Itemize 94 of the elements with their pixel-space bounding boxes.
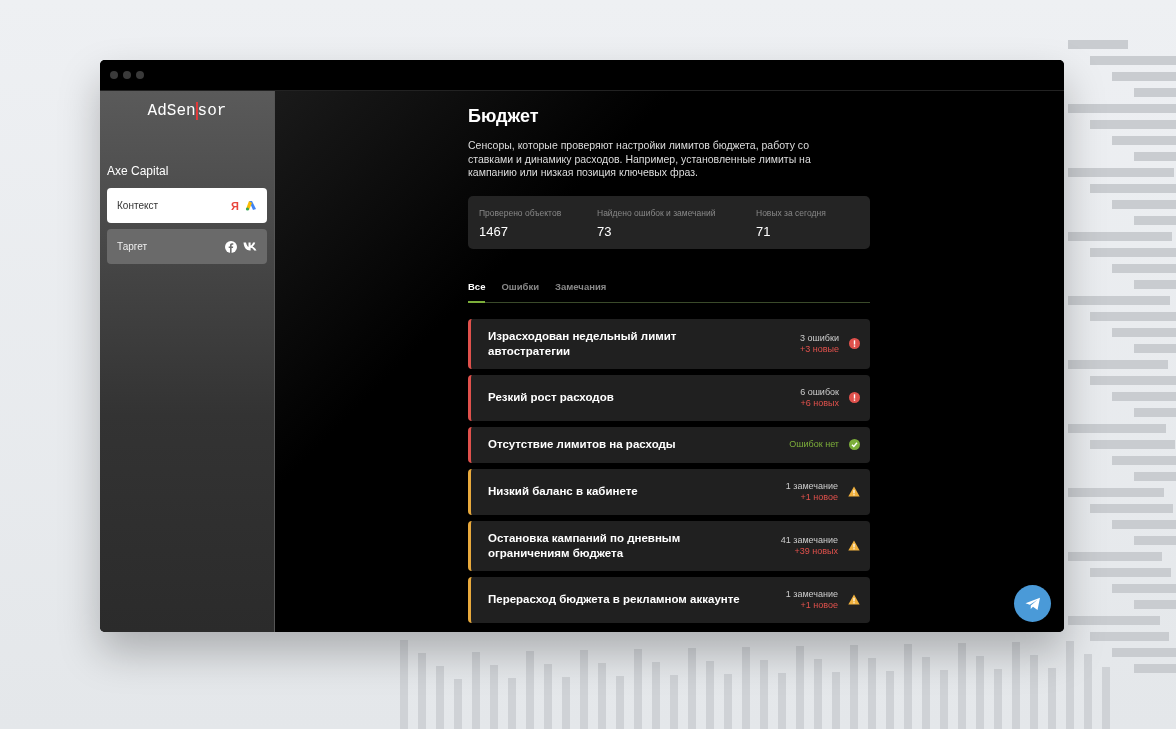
background-stripe	[1134, 344, 1176, 353]
filter-tab[interactable]: Замечания	[555, 280, 607, 303]
error-icon	[849, 392, 860, 403]
background-stripe	[562, 677, 570, 729]
background-stripe	[1134, 664, 1176, 673]
background-stripe	[1068, 40, 1128, 49]
background-stripe	[1134, 472, 1176, 481]
background-stripe	[670, 675, 678, 729]
sensor-card[interactable]: Перерасход бюджета в рекламном аккаунте 1 замечание +1 новое	[468, 576, 870, 623]
new-count: +39 новых	[794, 545, 838, 557]
telegram-button[interactable]	[1014, 585, 1051, 622]
background-stripe	[994, 669, 1002, 729]
background-stripe	[544, 664, 552, 729]
issue-count: 1 замечание	[785, 588, 838, 600]
background-stripe	[1134, 88, 1176, 97]
background-stripe	[1134, 536, 1176, 545]
background-stripe	[1134, 152, 1176, 161]
background-stripe	[1048, 668, 1056, 729]
description: Сенсоры, которые проверяют настройки лимитов бюджета, работу со ставками и динамику расходов. Например, установленные лимиты на кампанию или низкая позиция ключевых фраз.	[468, 139, 812, 180]
sensor-title: Перерасход бюджета в рекламном аккаунте	[488, 592, 741, 607]
f-circle-icon	[225, 240, 237, 253]
background-stripe	[1112, 584, 1176, 593]
sensor-card[interactable]: Низкий баланс в кабинете 1 замечание +1 новое	[468, 468, 870, 515]
sensor-card[interactable]: Отсутствие лимитов на расходы Ошибок нет	[468, 426, 870, 463]
background-stripe	[616, 676, 624, 729]
background-stripe	[436, 666, 444, 729]
background-stripe	[1112, 328, 1176, 337]
paper-plane-icon	[1024, 596, 1041, 611]
filter-tab[interactable]: Ошибки	[501, 280, 540, 303]
sensor-title: Низкий баланс в кабинете	[488, 484, 639, 499]
new-count: +6 новых	[800, 397, 839, 409]
background-stripe	[652, 662, 660, 729]
sidebar-item[interactable]: Контекст Я	[107, 188, 267, 223]
new-count: +1 новое	[800, 491, 838, 503]
sensor-card[interactable]: Резкий рост расходов 6 ошибок +6 новых	[468, 374, 870, 421]
issue-count: Ошибок нет	[789, 439, 839, 450]
sensor-title: Израсходован недельный лимит автостратегии	[488, 328, 678, 359]
background-stripe	[1112, 136, 1176, 145]
background-stripe	[760, 660, 768, 729]
issue-count: 1 замечание	[785, 480, 838, 492]
background-stripe	[1112, 264, 1176, 273]
background-stripe	[1112, 392, 1176, 401]
background-stripe	[490, 665, 498, 729]
background-stripe	[1112, 72, 1176, 81]
issue-count: 3 ошибки	[800, 332, 839, 344]
stat-value: 73	[597, 223, 613, 239]
background-stripe	[868, 658, 876, 729]
new-count: +3 новые	[800, 343, 839, 355]
background-stripe	[1134, 408, 1176, 417]
background-stripe	[1134, 280, 1176, 289]
sidebar-item[interactable]: Таргет	[107, 229, 267, 264]
sensor-title: Отсутствие лимитов на расходы	[488, 437, 677, 452]
sensor-card[interactable]: Израсходован недельный лимит автостратегии 3 ошибки +3 новые	[468, 318, 870, 369]
sensor-title: Остановка кампаний по дневным ограничениям бюджета	[488, 530, 682, 561]
background-stripe	[1112, 520, 1176, 529]
warning-icon	[848, 540, 860, 551]
warning-icon	[848, 486, 860, 497]
letters-logo-icon	[243, 242, 257, 251]
background-stripe	[1134, 216, 1176, 225]
issue-count: 41 замечание	[780, 534, 838, 546]
background-stripe	[454, 679, 462, 729]
stat-value: 1467	[479, 223, 509, 239]
logo: AdSen sor	[146, 101, 228, 121]
warning-icon	[848, 594, 860, 605]
background-stripe	[814, 659, 822, 729]
stat-label: Найдено ошибок и замечаний	[597, 207, 717, 218]
background-stripe	[886, 671, 894, 729]
error-icon	[849, 338, 860, 349]
check-icon	[849, 439, 860, 450]
stat-value: 71	[756, 223, 772, 239]
account-name: Axe Capital	[107, 164, 170, 178]
background-stripe	[1134, 600, 1176, 609]
background-stripe	[724, 674, 732, 729]
stat-label: Новых за сегодня	[756, 207, 826, 218]
sensor-title: Резкий рост расходов	[488, 390, 615, 405]
background-stripe	[706, 661, 714, 729]
page-title: Бюджет	[468, 106, 540, 127]
background-stripe	[1112, 648, 1176, 657]
background-stripe	[832, 672, 840, 729]
background-stripe	[940, 670, 948, 729]
new-count: +1 новое	[800, 599, 838, 611]
background-stripe	[598, 663, 606, 729]
background-stripe	[1112, 200, 1176, 209]
sensor-card[interactable]: Остановка кампаний по дневным ограничениям бюджета 41 замечание +39 новых	[468, 520, 870, 571]
filter-tab[interactable]: Все	[468, 280, 486, 303]
background-stripe	[922, 657, 930, 729]
stat-label: Проверено объектов	[479, 207, 563, 218]
cursor-icon	[195, 102, 198, 120]
background-stripe	[508, 678, 516, 729]
issue-count: 6 ошибок	[800, 386, 839, 398]
background-stripe	[1112, 456, 1176, 465]
background-stripe	[778, 673, 786, 729]
triangle-logo-icon	[245, 200, 257, 211]
letter-logo-icon: Я	[231, 199, 239, 212]
